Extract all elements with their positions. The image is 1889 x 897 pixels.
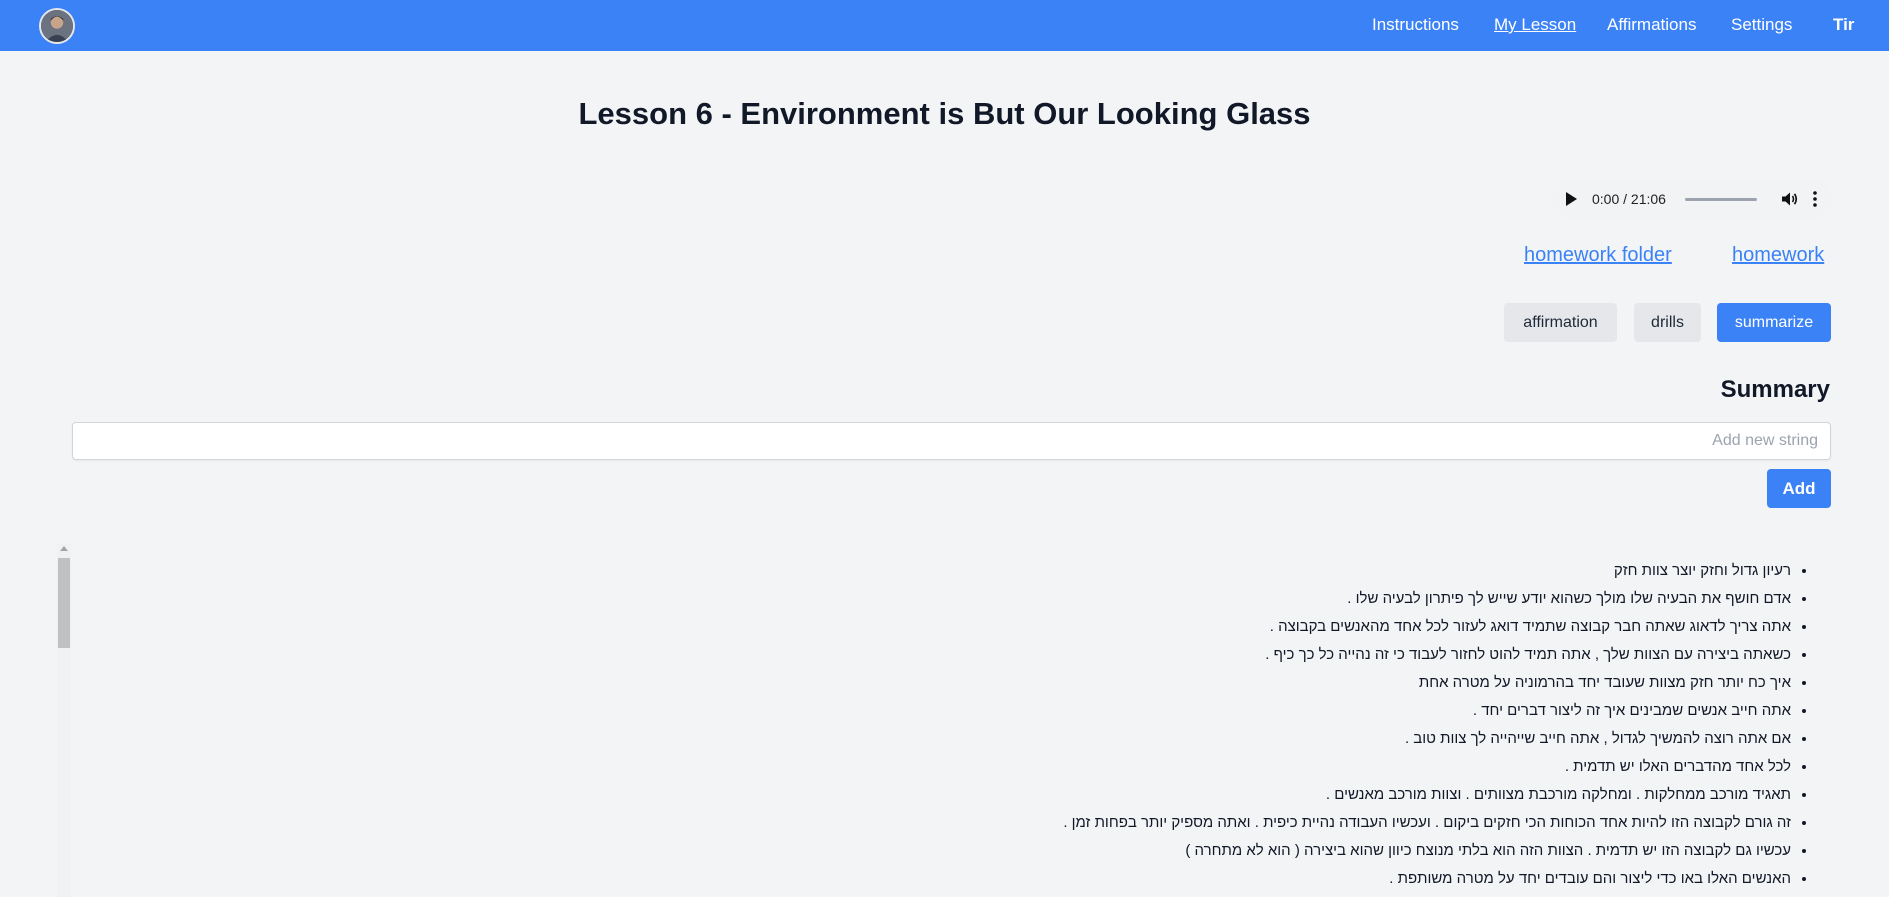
list-item: אם אתה רוצה להמשיך לגדול , אתה חייב שייה… [73,725,1791,753]
list-item: אדם חושף את הבעיה שלו מולך כשהוא יודע שי… [73,585,1791,613]
list-item: כשאתה ביצירה עם הצוות שלך , אתה תמיד להו… [73,641,1791,669]
new-string-input[interactable] [72,422,1831,460]
audio-time: 0:00 / 21:06 [1592,191,1666,207]
list-item: האנשים האלו באו כדי ליצור והם עובדים יחד… [73,865,1791,893]
scroll-up-icon[interactable] [60,546,68,551]
list-item: רעיון גדול וחזק יוצר צוות חזק [73,557,1791,585]
list-item: זה גורם לקבוצה הזו להיות אחד הכוחות הכי … [73,809,1791,837]
nav-instructions[interactable]: Instructions [1372,15,1459,35]
list-item: תאגיד מורכב ממחלקות . ומחלקה מורכבת מצוו… [73,781,1791,809]
summary-heading: Summary [1720,376,1830,403]
homework-folder-link[interactable]: homework folder [1524,244,1672,267]
list-item: עכשיו גם לקבוצה הזו יש תדמית . הצוות הזה… [73,837,1791,865]
summary-list: רעיון גדול וחזק יוצר צוות חזק אדם חושף א… [73,557,1829,897]
nav-settings[interactable]: Settings [1731,15,1792,35]
scroll-thumb[interactable] [58,558,70,648]
affirmation-button[interactable]: affirmation [1504,303,1617,342]
list-item: אתה חייב אנשים שמבינים איך זה ליצור דברי… [73,697,1791,725]
list-item: לכל אחד מהדברים האלו יש תדמית . [73,753,1791,781]
play-icon[interactable] [1566,192,1577,206]
homework-link[interactable]: homework [1732,244,1824,267]
avatar[interactable] [39,8,75,44]
page-title: Lesson 6 - Environment is But Our Lookin… [578,96,1311,131]
add-button[interactable]: Add [1767,469,1831,508]
avatar-image [41,10,73,42]
nav-affirmations[interactable]: Affirmations [1607,15,1696,35]
list-item: איך כח יותר חזק מצוות שעובד יחד בהרמוניה… [73,669,1791,697]
top-navbar: Instructions My Lesson Affirmations Sett… [0,0,1889,51]
audio-progress-track[interactable] [1685,198,1757,201]
list-item: אתה צריך לדאוג שאתה חבר קבוצה שתמיד דואג… [73,613,1791,641]
nav-my-lesson[interactable]: My Lesson [1494,15,1576,35]
more-options-icon[interactable] [1812,190,1818,208]
drills-button[interactable]: drills [1634,303,1701,342]
audio-player[interactable]: 0:00 / 21:06 [1550,180,1833,218]
volume-icon[interactable] [1780,190,1798,208]
list-scrollbar[interactable] [57,544,71,897]
brand-label[interactable]: Tir [1833,15,1854,35]
summarize-button[interactable]: summarize [1717,303,1831,342]
